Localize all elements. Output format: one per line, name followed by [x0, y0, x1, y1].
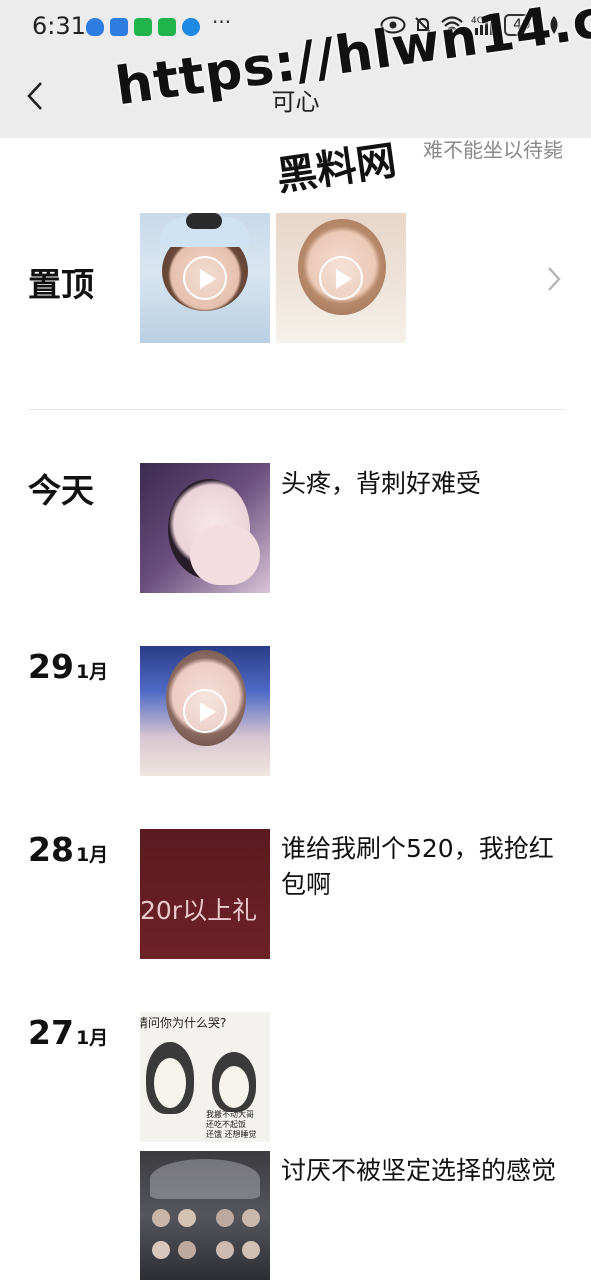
avatar	[242, 1241, 260, 1259]
post-photo-today[interactable]	[140, 463, 270, 593]
avatar	[216, 1209, 234, 1227]
message-icon	[182, 18, 200, 36]
penguin-left-belly	[154, 1058, 186, 1108]
image-caption-text: 20r以上礼	[140, 896, 258, 925]
post-text-today: 头疼，背刺好难受	[281, 469, 482, 498]
post-date-29: 29 1月	[28, 647, 108, 686]
hand-shape	[190, 525, 260, 585]
check-shield-icon	[110, 18, 128, 36]
date-month: 1月	[75, 844, 109, 866]
moments-page: 6:31 ··· 4G 49 可心 难不能坐以待毙 https://hlwn14…	[0, 0, 591, 1280]
play-icon	[319, 256, 363, 300]
avatar	[178, 1209, 196, 1227]
post-text-27: 讨厌不被坚定选择的感觉	[281, 1156, 557, 1185]
pinned-label: 置顶	[28, 265, 94, 304]
shield-icon	[86, 18, 104, 36]
avatar	[152, 1241, 170, 1259]
post-text-28: 谁给我刷个520，我抢红包啊	[281, 834, 554, 899]
post-date-28: 28 1月	[28, 830, 108, 869]
avatar	[242, 1209, 260, 1227]
avatar	[178, 1241, 196, 1259]
watermark-site-name: 黑料网	[273, 137, 400, 201]
iqiyi-icon-2	[158, 18, 176, 36]
profile-signature: 难不能坐以待毙	[423, 138, 563, 162]
post-video-29[interactable]	[140, 646, 270, 776]
meme-question-text: 请问你为什么哭?	[140, 1016, 227, 1030]
wings-decoration	[150, 1159, 260, 1199]
play-icon	[183, 256, 227, 300]
notification-icons	[86, 18, 200, 36]
post-date-today: 今天	[28, 471, 94, 510]
pinned-video-thumbnail-1[interactable]	[140, 213, 270, 343]
penguin-right-belly	[219, 1066, 249, 1108]
status-time: 6:31	[32, 12, 86, 40]
date-day: 27	[28, 1013, 74, 1052]
chevron-right-icon[interactable]	[544, 266, 564, 292]
avatar	[152, 1209, 170, 1227]
pinned-video-thumbnail-2[interactable]	[276, 213, 406, 343]
more-notifications-icon: ···	[212, 10, 232, 34]
cat-ears-sticker	[186, 213, 222, 229]
avatar	[216, 1241, 234, 1259]
meme-answer-text: 我搬不动大哥 还吃不起饭 还饿 还想睡觉	[206, 1110, 257, 1139]
date-month: 1月	[75, 1027, 109, 1049]
date-day: 29	[28, 647, 74, 686]
post-screenshot-image-27[interactable]	[140, 1151, 270, 1280]
divider	[28, 409, 565, 410]
iqiyi-icon	[134, 18, 152, 36]
play-icon	[183, 689, 227, 733]
post-photo-28[interactable]: 20r以上礼	[140, 829, 270, 959]
date-month: 1月	[75, 661, 109, 683]
date-day: 28	[28, 830, 74, 869]
post-date-27: 27 1月	[28, 1013, 108, 1052]
post-meme-image-27[interactable]: 请问你为什么哭? 我搬不动大哥 还吃不起饭 还饿 还想睡觉	[140, 1012, 270, 1142]
